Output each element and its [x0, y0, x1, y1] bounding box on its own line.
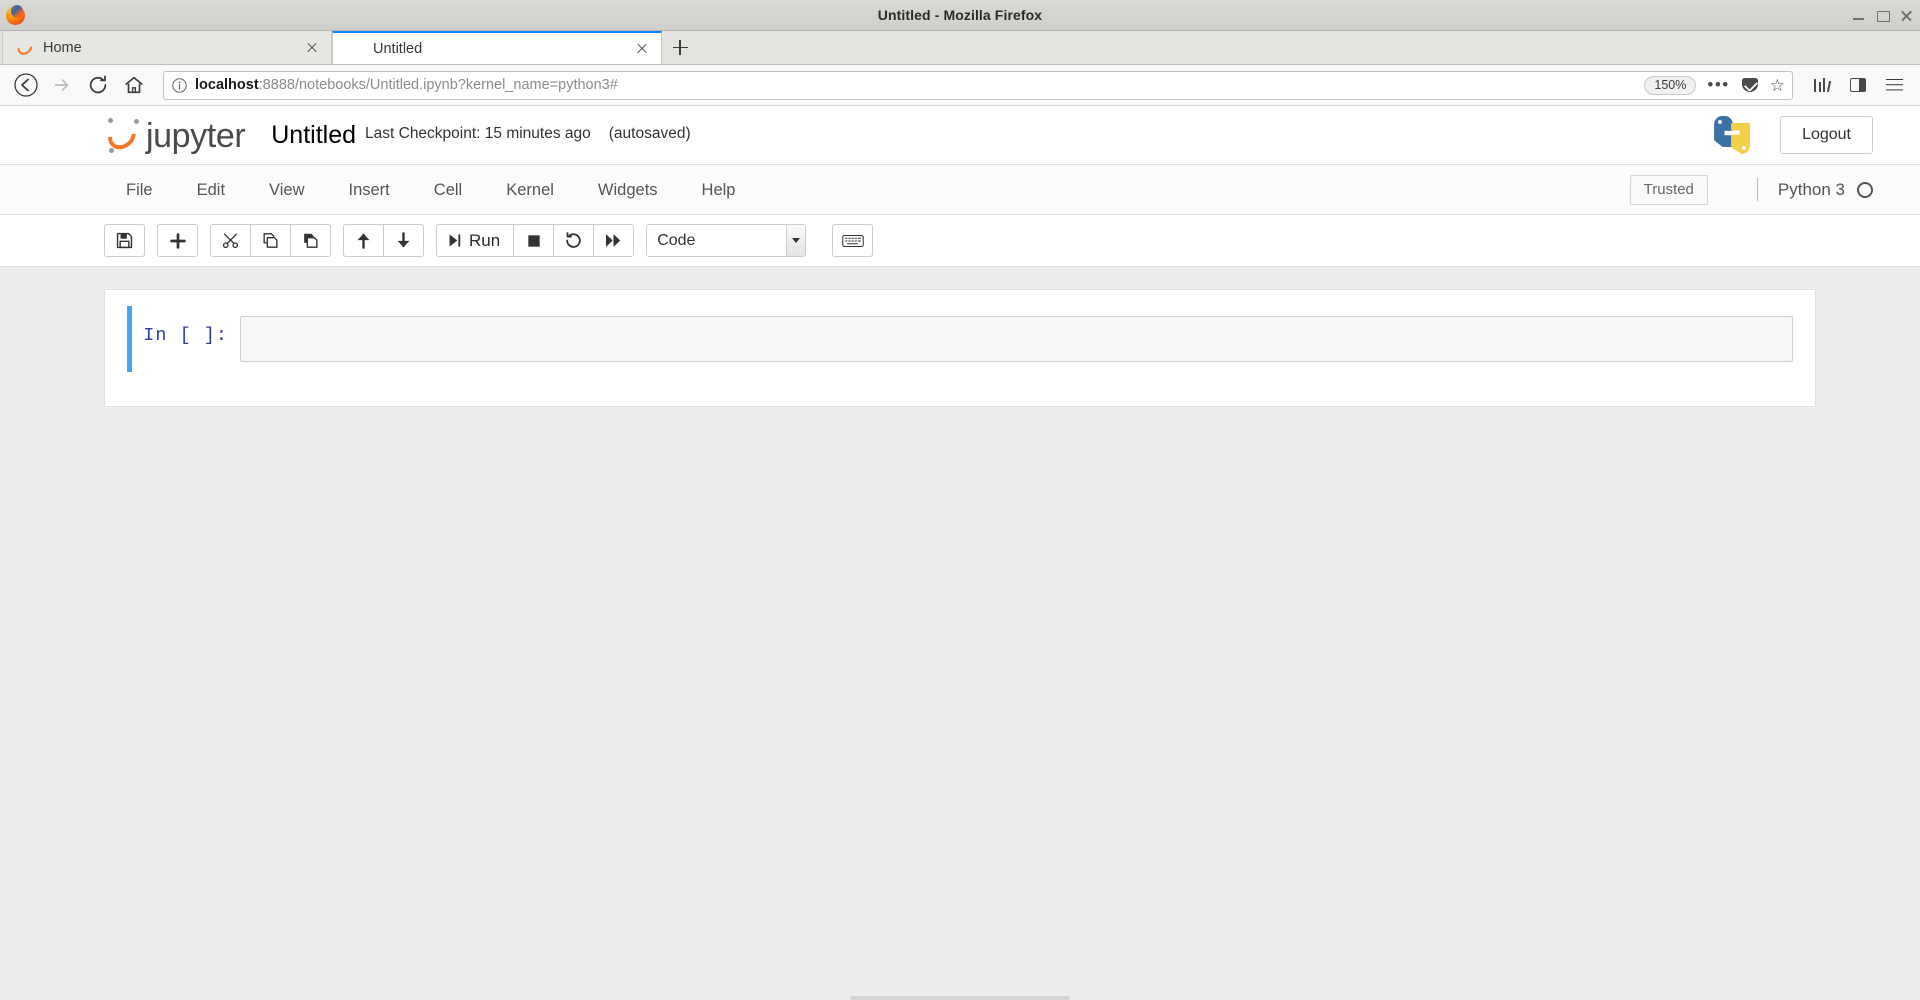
- save-button[interactable]: [104, 224, 145, 257]
- insert-cell-below-button[interactable]: [157, 224, 198, 257]
- jupyter-notebook-icon: [347, 40, 364, 57]
- chevron-down-icon[interactable]: [786, 225, 806, 256]
- page-viewport: jupyter Untitled Last Checkpoint: 15 min…: [0, 106, 1920, 1000]
- jupyter-toolbar: Run Code: [0, 215, 1920, 267]
- menu-help[interactable]: Help: [680, 171, 758, 209]
- app-menu-button[interactable]: [1877, 68, 1911, 102]
- menubar-divider: [1756, 178, 1758, 201]
- tab-label: Home: [43, 39, 82, 56]
- jupyter-header: jupyter Untitled Last Checkpoint: 15 min…: [0, 106, 1920, 165]
- library-icon: [1813, 78, 1832, 93]
- firefox-window: Untitled - Mozilla Firefox Home Untitled: [0, 0, 1920, 1000]
- window-controls: [1851, 0, 1914, 31]
- notebook-name[interactable]: Untitled: [271, 120, 356, 150]
- jupyter-logo[interactable]: jupyter: [102, 116, 246, 155]
- library-button[interactable]: [1805, 68, 1839, 102]
- logout-button[interactable]: Logout: [1780, 116, 1873, 154]
- address-bar[interactable]: localhost:8888/notebooks/Untitled.ipynb?…: [163, 70, 1793, 100]
- back-button[interactable]: [9, 68, 43, 102]
- notebook-container: In [ ]:: [104, 289, 1816, 407]
- autosave-status: (autosaved): [608, 125, 691, 142]
- close-tab-icon[interactable]: [303, 39, 321, 57]
- notebook-body: In [ ]:: [0, 267, 1920, 986]
- new-tab-button[interactable]: [662, 31, 698, 64]
- run-icon: [446, 232, 463, 249]
- browser-tab-home[interactable]: Home: [2, 31, 332, 64]
- url-host: localhost: [195, 77, 259, 93]
- jupyter-menubar: File Edit View Insert Cell Kernel Widget…: [0, 165, 1920, 215]
- zoom-level-badge[interactable]: 150%: [1644, 75, 1697, 95]
- close-tab-icon[interactable]: [633, 40, 651, 58]
- menu-insert[interactable]: Insert: [327, 171, 412, 209]
- last-checkpoint-label: Last Checkpoint: 15 minutes ago: [365, 125, 591, 142]
- maximize-window-icon[interactable]: [1875, 8, 1890, 23]
- run-cell-button[interactable]: Run: [436, 224, 515, 257]
- jupyter-circle-icon: [14, 37, 36, 58]
- menu-edit[interactable]: Edit: [175, 171, 247, 209]
- close-window-icon[interactable]: [1899, 8, 1914, 23]
- url-path: :8888/notebooks/Untitled.ipynb?kernel_na…: [258, 77, 618, 93]
- jupyter-wordmark: jupyter: [146, 117, 246, 155]
- menu-cell[interactable]: Cell: [412, 171, 484, 209]
- cell-type-value: Code: [657, 231, 696, 249]
- cell-type-select[interactable]: Code: [646, 224, 807, 257]
- minimize-window-icon[interactable]: [1851, 8, 1866, 23]
- notebook-cell[interactable]: In [ ]:: [105, 306, 1815, 372]
- forward-button[interactable]: [45, 68, 79, 102]
- menu-view[interactable]: View: [247, 171, 326, 209]
- pocket-icon[interactable]: [1741, 78, 1758, 92]
- cut-cells-button[interactable]: [210, 224, 251, 257]
- sidebar-button[interactable]: [1841, 68, 1875, 102]
- url-text[interactable]: localhost:8888/notebooks/Untitled.ipynb?…: [195, 77, 618, 93]
- home-button[interactable]: [117, 68, 151, 102]
- tab-label: Untitled: [373, 40, 423, 57]
- cell-input-prompt: In [ ]:: [143, 325, 228, 346]
- reload-button[interactable]: [81, 68, 115, 102]
- command-palette-button[interactable]: [832, 224, 874, 257]
- kernel-indicator-label: Python 3: [1777, 179, 1845, 199]
- restart-kernel-button[interactable]: [553, 224, 595, 257]
- python-logo: [1712, 115, 1752, 155]
- hamburger-menu-icon: [1885, 78, 1903, 92]
- browser-tab-untitled[interactable]: Untitled: [332, 31, 662, 64]
- copy-cells-button[interactable]: [250, 224, 291, 257]
- code-cell-editor[interactable]: [240, 316, 1793, 362]
- move-cell-down-button[interactable]: [383, 224, 424, 257]
- menu-kernel[interactable]: Kernel: [484, 171, 576, 209]
- menu-file[interactable]: File: [104, 171, 175, 209]
- page-scrollbar-hint[interactable]: [0, 986, 1920, 1000]
- page-actions-ellipsis-icon[interactable]: •••: [1707, 76, 1729, 93]
- restart-run-all-button[interactable]: [593, 224, 635, 257]
- window-titlebar: Untitled - Mozilla Firefox: [0, 0, 1920, 31]
- menu-widgets[interactable]: Widgets: [576, 171, 680, 209]
- kernel-idle-icon[interactable]: [1857, 181, 1873, 198]
- window-title: Untitled - Mozilla Firefox: [877, 7, 1043, 23]
- info-circle-icon[interactable]: [171, 77, 188, 94]
- tab-strip: Home Untitled: [0, 31, 1920, 65]
- trusted-badge[interactable]: Trusted: [1629, 174, 1708, 205]
- jupyter-logo-icon: [102, 116, 142, 155]
- navigation-toolbar: localhost:8888/notebooks/Untitled.ipynb?…: [0, 65, 1920, 106]
- bookmark-star-icon[interactable]: ☆: [1770, 77, 1785, 94]
- paste-cells-button[interactable]: [290, 224, 331, 257]
- sidebar-icon: [1850, 78, 1866, 92]
- move-cell-up-button[interactable]: [343, 224, 384, 257]
- interrupt-kernel-button[interactable]: [513, 224, 555, 257]
- run-button-label: Run: [469, 230, 501, 250]
